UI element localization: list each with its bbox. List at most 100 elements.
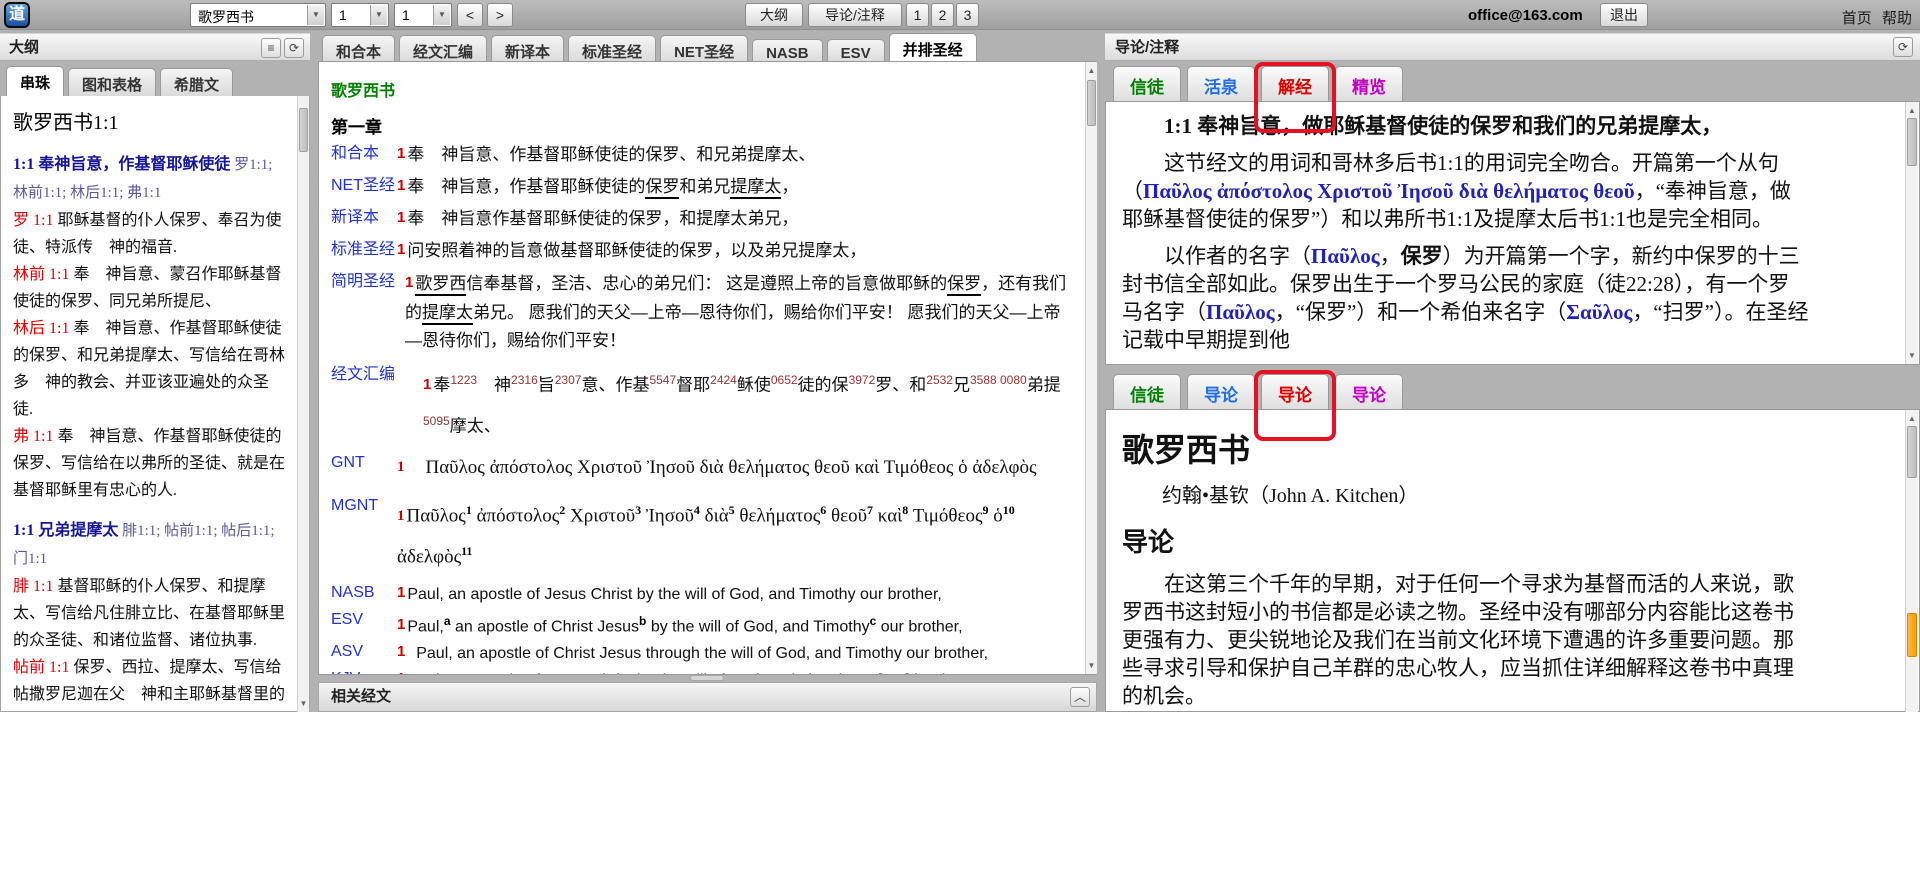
prev-button[interactable]: < bbox=[457, 3, 483, 27]
splitter-handle[interactable] bbox=[690, 675, 724, 681]
scrollbar-thumb[interactable] bbox=[1907, 426, 1917, 478]
verse-number: 1 bbox=[405, 274, 413, 291]
cross-ref-entry: 1:1 兄弟提摩太 腓1:1; 帖前1:1; 帖后1:1; 门1:1 bbox=[13, 517, 287, 573]
introduction-heading: 导论 bbox=[1122, 528, 1809, 556]
verse-row: GNT1 Παῦλος ἀπόστολος Χριστοῦ Ἰησοῦ διὰ … bbox=[331, 451, 1072, 486]
introduction-tab-0-信徒[interactable]: 信徒 bbox=[1113, 374, 1181, 411]
greek-text: Παῦλος bbox=[1206, 300, 1275, 324]
top-toolbar: 道 歌罗西书 ▼ 1 ▼ 1 ▼ < > 大纲 导论/注释 1 2 3 offi… bbox=[0, 0, 1920, 30]
translation-label[interactable]: 新译本 bbox=[331, 206, 397, 233]
scrollbar-thumb[interactable] bbox=[299, 108, 308, 152]
layout-2-button[interactable]: 2 bbox=[931, 3, 954, 27]
translation-label[interactable]: MGNT bbox=[331, 494, 397, 573]
help-link[interactable]: 帮助 bbox=[1882, 10, 1912, 27]
verse-row: 新译本1奉 神旨意作基督耶稣使徒的保罗，和提摩太弟兄， bbox=[331, 206, 1072, 233]
strongs-number[interactable]: 3972 bbox=[849, 373, 876, 387]
translation-label[interactable]: ESV bbox=[331, 608, 397, 640]
left-tab-图和表格[interactable]: 图和表格 bbox=[68, 68, 156, 99]
commentary-tab-2-解经[interactable]: 解经 bbox=[1261, 66, 1329, 103]
verse-ref-link[interactable]: 林后 1:1 bbox=[13, 320, 73, 337]
strongs-number[interactable]: 2532 bbox=[926, 373, 953, 387]
next-button[interactable]: > bbox=[487, 3, 513, 27]
home-link[interactable]: 首页 bbox=[1842, 10, 1872, 27]
commentary-tab-3-精览[interactable]: 精览 bbox=[1335, 66, 1403, 103]
cross-ref-entry: 林后 1:1 奉 神旨意、作基督耶稣使徒的保罗、和兄弟提摩太、写信给在哥林多 神… bbox=[13, 315, 287, 423]
scroll-up-icon[interactable]: ▲ bbox=[1906, 414, 1918, 423]
commentary-tab-1-活泉[interactable]: 活泉 bbox=[1187, 66, 1255, 103]
strongs-number[interactable]: 2307 bbox=[555, 373, 582, 387]
scroll-up-icon[interactable]: ▲ bbox=[1086, 66, 1097, 75]
verse-ref-link[interactable]: 弗 1:1 bbox=[13, 428, 57, 445]
strongs-number[interactable]: 3588 0080 bbox=[970, 373, 1027, 387]
verse-select[interactable]: 1 ▼ bbox=[394, 3, 452, 27]
refresh-icon[interactable]: ⟳ bbox=[1893, 37, 1913, 57]
verse-number: 1 bbox=[397, 643, 405, 660]
introduction-tab-1-导论[interactable]: 导论 bbox=[1187, 374, 1255, 411]
right-panel-header: 导论/注释 bbox=[1105, 33, 1920, 61]
collapse-icon[interactable]: ︿ bbox=[1070, 687, 1090, 707]
left-tab-串珠[interactable]: 串珠 bbox=[6, 66, 64, 99]
chapter-select[interactable]: 1 ▼ bbox=[331, 3, 389, 27]
verse-number: 1 bbox=[397, 177, 405, 194]
note-marker[interactable]: 11 bbox=[461, 544, 472, 558]
layout-3-button[interactable]: 3 bbox=[956, 3, 979, 27]
verse-text: 1Paul,a an apostle of Christ Jesusb by t… bbox=[397, 608, 1072, 640]
outline-toggle-button[interactable]: 大纲 bbox=[745, 3, 803, 27]
scrollbar-thumb[interactable] bbox=[1907, 118, 1917, 166]
verse-ref-link[interactable]: 腓 1:1 bbox=[13, 578, 57, 595]
verse-text: 1奉 神旨意、作基督耶稣使徒的保罗、和兄弟提摩太、 bbox=[397, 142, 1072, 169]
strongs-number[interactable]: 2316 bbox=[511, 373, 538, 387]
refresh-icon[interactable]: ⟳ bbox=[284, 38, 304, 58]
translation-label[interactable]: NASB bbox=[331, 581, 397, 608]
app-logo[interactable]: 道 bbox=[4, 2, 30, 28]
dropdown-arrow-icon: ▼ bbox=[370, 5, 387, 25]
outline-list-icon[interactable]: ≡ bbox=[261, 38, 281, 58]
left-scrollbar[interactable]: ▼ bbox=[297, 96, 309, 712]
translation-label[interactable]: KJV bbox=[331, 667, 397, 675]
verse-rows: 和合本1奉 神旨意、作基督耶稣使徒的保罗、和兄弟提摩太、NET圣经1奉 神旨意，… bbox=[331, 142, 1072, 675]
layout-1-button[interactable]: 1 bbox=[906, 3, 929, 27]
book-select[interactable]: 歌罗西书 ▼ bbox=[190, 3, 326, 27]
verse-ref-link[interactable]: 林前 1:1 bbox=[13, 266, 73, 283]
scrollbar-thumb[interactable] bbox=[1087, 80, 1096, 126]
translation-label[interactable]: ASV bbox=[331, 640, 397, 667]
translation-label[interactable]: 标准圣经 bbox=[331, 238, 397, 265]
left-tabs: 串珠图和表格希腊文 bbox=[6, 66, 233, 99]
middle-scrollbar[interactable]: ▲ ▼ bbox=[1085, 62, 1097, 674]
translation-label[interactable]: 经文汇编 bbox=[331, 363, 397, 443]
verse-row: 和合本1奉 神旨意、作基督耶稣使徒的保罗、和兄弟提摩太、 bbox=[331, 142, 1072, 169]
commentary-tab-0-信徒[interactable]: 信徒 bbox=[1113, 66, 1181, 103]
cross-ref-entry: 腓 1:1 基督耶稣的仆人保罗、和提摩太、写信给凡住腓立比、在基督耶稣里的众圣徒… bbox=[13, 573, 287, 654]
note-marker[interactable]: a bbox=[444, 614, 451, 628]
xref-phrase: 1:1 奉神旨意，作基督耶稣使徒 bbox=[13, 156, 230, 173]
introduction-scrollbar[interactable]: ▲ bbox=[1905, 410, 1918, 712]
scrollbar-marker-orange[interactable] bbox=[1907, 613, 1917, 657]
related-verses-bar: 相关经文 ︿ bbox=[318, 682, 1097, 712]
strongs-number[interactable]: 5095 bbox=[423, 414, 450, 428]
translation-label[interactable]: 和合本 bbox=[331, 142, 397, 169]
dropdown-arrow-icon: ▼ bbox=[307, 5, 324, 25]
strongs-number[interactable]: 5547 bbox=[649, 373, 676, 387]
commentary-paragraph: 这节经文的用词和哥林多后书1:1的用词完全吻合。开篇第一个从句（Παῦλος ἀ… bbox=[1122, 149, 1809, 233]
introduction-tab-3-导论[interactable]: 导论 bbox=[1335, 374, 1403, 411]
introduction-tab-2-导论[interactable]: 导论 bbox=[1261, 374, 1329, 411]
scroll-up-icon[interactable]: ▲ bbox=[1906, 106, 1918, 115]
logout-button[interactable]: 退出 bbox=[1600, 3, 1648, 27]
translation-label[interactable]: 简明圣经 bbox=[331, 270, 397, 355]
translation-label[interactable]: NET圣经 bbox=[331, 174, 397, 201]
verse-text: 1 Paul, an apostle of Christ Jesus throu… bbox=[397, 640, 1072, 667]
translation-label[interactable]: GNT bbox=[331, 451, 397, 486]
left-tab-希腊文[interactable]: 希腊文 bbox=[160, 68, 233, 99]
note-marker[interactable]: 10 bbox=[1003, 503, 1015, 517]
strongs-number[interactable]: 2424 bbox=[710, 373, 737, 387]
verse-ref-link[interactable]: 罗 1:1 bbox=[13, 212, 57, 229]
scroll-down-icon[interactable]: ▼ bbox=[298, 699, 309, 708]
strongs-number[interactable]: 1223 bbox=[450, 373, 477, 387]
commentary-toggle-button[interactable]: 导论/注释 bbox=[808, 3, 902, 27]
verse-ref-link[interactable]: 帖前 1:1 bbox=[13, 659, 73, 676]
scroll-down-icon[interactable]: ▼ bbox=[1906, 351, 1918, 360]
middle-panel-content: 歌罗西书 第一章 和合本1奉 神旨意、作基督耶稣使徒的保罗、和兄弟提摩太、NET… bbox=[318, 61, 1097, 675]
scroll-down-icon[interactable]: ▼ bbox=[1086, 661, 1097, 670]
strongs-number[interactable]: 0652 bbox=[771, 373, 798, 387]
commentary-scrollbar[interactable]: ▲ ▼ bbox=[1905, 102, 1918, 364]
